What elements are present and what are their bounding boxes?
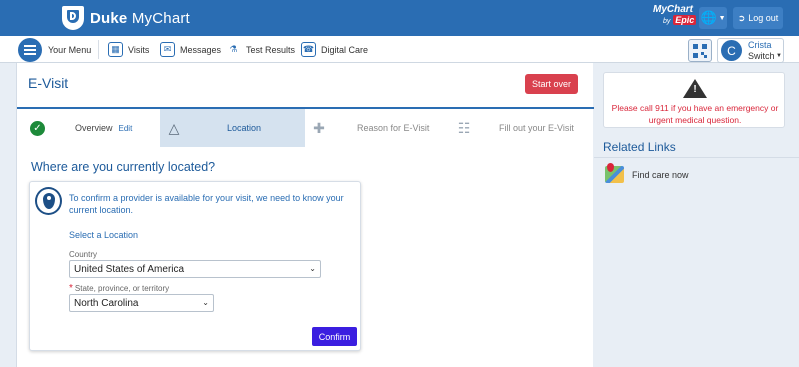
required-asterisk: * xyxy=(69,283,73,294)
nav-item-test-results[interactable]: ⚗ Test Results xyxy=(226,36,295,63)
flask-icon: ⚗ xyxy=(229,44,238,54)
step-tracker: ✓ Overview Edit △ Location ✚ Reason for … xyxy=(17,109,594,147)
brand-text: Duke MyChart xyxy=(90,9,190,27)
checkmark-icon: ✓ xyxy=(30,121,45,136)
duke-shield-icon xyxy=(62,6,84,30)
user-name: Crista xyxy=(748,40,772,50)
qr-code-icon xyxy=(693,43,707,58)
step-fill-out: ☷ Fill out your E-Visit xyxy=(457,119,574,136)
chevron-down-icon: ▼ xyxy=(718,14,726,22)
medical-cross-icon: ✚ xyxy=(313,119,325,136)
phone-icon: ☎ xyxy=(301,42,316,57)
start-over-button[interactable]: Start over xyxy=(525,74,578,94)
emergency-alert: ! Please call 911 if you have an emergen… xyxy=(603,72,785,128)
related-links-heading: Related Links xyxy=(603,140,676,154)
step-reason: ✚ Reason for E-Visit xyxy=(305,109,447,147)
confirm-button[interactable]: Confirm xyxy=(312,327,357,346)
switch-label: Switch xyxy=(748,51,775,61)
step-overview[interactable]: ✓ Overview Edit xyxy=(17,109,160,147)
location-pin-icon xyxy=(35,187,62,215)
calendar-icon: ▦ xyxy=(108,42,123,57)
select-location-heading: Select a Location xyxy=(69,230,139,240)
clipboard-icon: ☷ xyxy=(457,119,471,136)
language-button[interactable]: 🌐 ▼ xyxy=(699,7,727,29)
nav-bar: Your Menu ▦ Visits ✉ Messages ⚗ Test Result… xyxy=(0,36,799,63)
nav-item-digital-care[interactable]: ☎ Digital Care xyxy=(301,36,368,63)
step-location[interactable]: △ Location xyxy=(160,109,305,147)
country-select[interactable]: United States of America ⌄ xyxy=(69,260,321,278)
map-location-icon: △ xyxy=(168,119,180,136)
chevron-down-icon: ▼ xyxy=(776,53,782,59)
chevron-down-icon: ⌄ xyxy=(309,264,316,273)
globe-icon: 🌐 xyxy=(700,10,717,25)
menu-icon[interactable] xyxy=(18,38,42,62)
related-links-divider xyxy=(594,157,799,158)
state-label: * State, province, or territory xyxy=(69,283,170,294)
your-menu-link[interactable]: Your Menu xyxy=(48,36,91,63)
location-card: To confirm a provider is available for y… xyxy=(29,181,361,351)
nav-item-messages[interactable]: ✉ Messages xyxy=(160,36,221,63)
top-bar: Duke MyChart MyChart by Epic 🌐 ▼ ➲ Log out xyxy=(0,0,799,36)
qr-code-button[interactable] xyxy=(688,39,712,62)
nav-divider xyxy=(98,40,99,59)
duke-mychart-logo[interactable]: Duke MyChart xyxy=(62,6,190,30)
edit-link[interactable]: Edit xyxy=(119,124,133,133)
nav-item-visits[interactable]: ▦ Visits xyxy=(108,36,149,63)
page-title: E-Visit xyxy=(28,75,69,91)
main-panel: E-Visit Start over ✓ Overview Edit △ Loc… xyxy=(16,63,594,367)
mychart-by-epic-logo: MyChart by Epic xyxy=(653,4,697,25)
country-label: Country xyxy=(69,250,98,259)
state-select[interactable]: North Carolina ⌄ xyxy=(69,294,214,312)
user-switch-button[interactable]: C Crista Switch ▼ xyxy=(717,38,784,63)
envelope-icon: ✉ xyxy=(160,42,175,57)
location-question: Where are you currently located? xyxy=(31,160,216,174)
find-care-link[interactable]: Find care now xyxy=(632,170,689,180)
right-sidebar: ! Please call 911 if you have an emergen… xyxy=(594,63,799,367)
emergency-alert-text: Please call 911 if you have an emergency… xyxy=(611,103,779,125)
avatar: C xyxy=(721,40,742,61)
logout-button[interactable]: ➲ Log out xyxy=(733,7,783,29)
location-message: To confirm a provider is available for y… xyxy=(69,193,344,215)
chevron-down-icon: ⌄ xyxy=(202,298,209,307)
logout-icon: ➲ xyxy=(737,12,746,23)
